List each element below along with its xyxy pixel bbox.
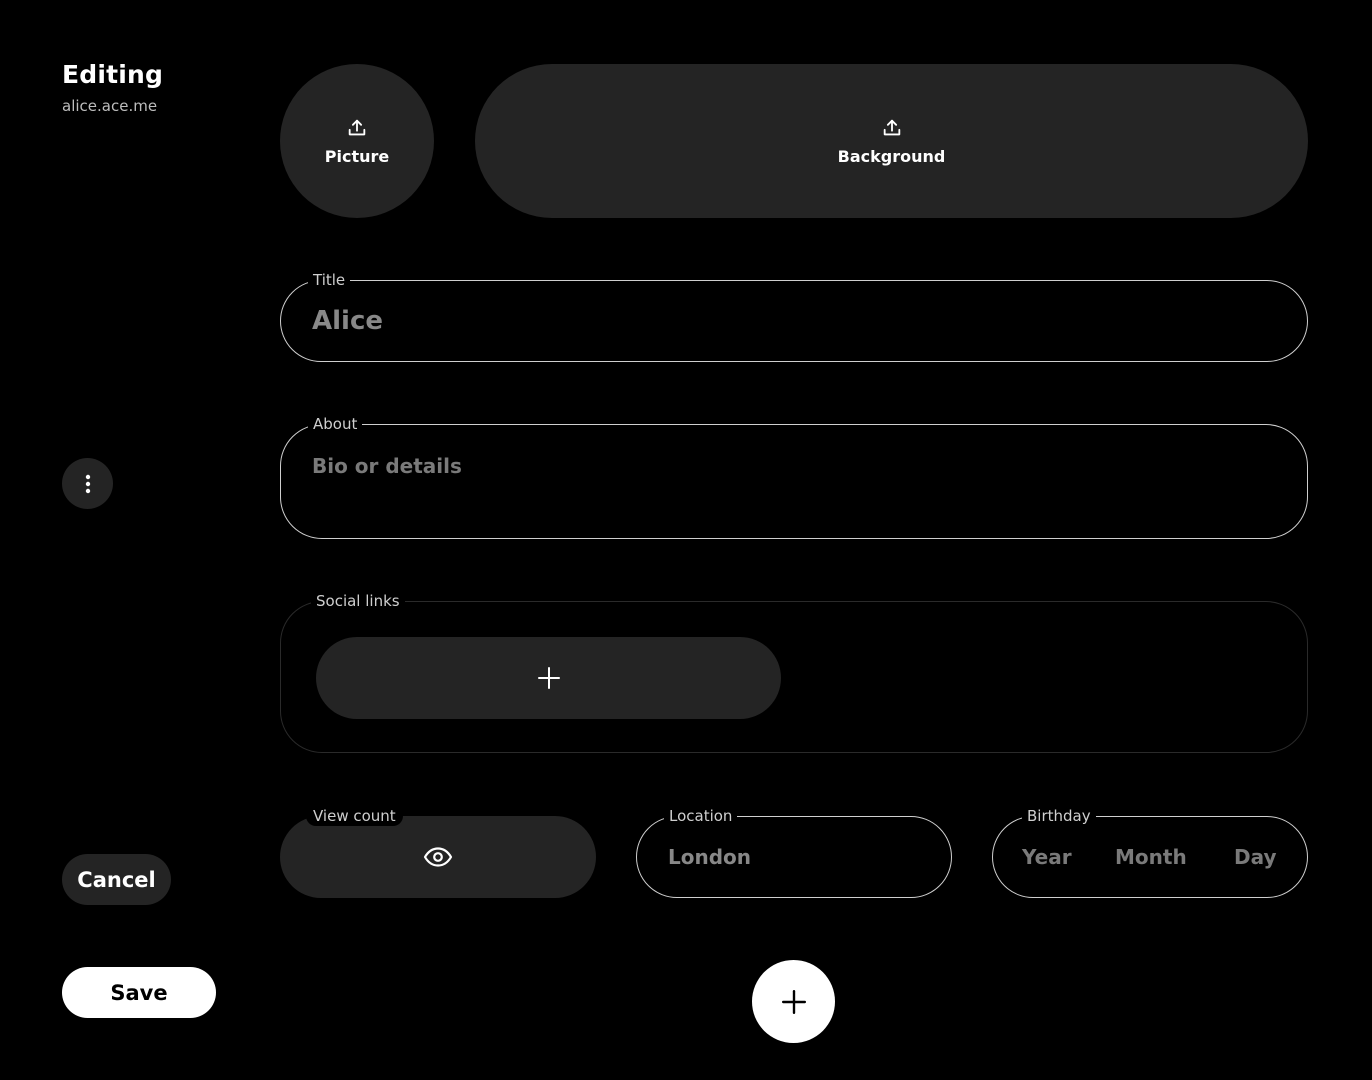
birthday-year-input[interactable]: Year <box>1022 843 1072 871</box>
social-links-label: Social links <box>311 591 405 611</box>
upload-icon <box>881 117 903 139</box>
save-button[interactable]: Save <box>62 967 216 1018</box>
upload-background-label: Background <box>837 146 946 166</box>
add-social-link-button[interactable] <box>316 637 781 719</box>
eye-icon <box>423 846 453 868</box>
profile-domain: alice.ace.me <box>62 97 158 115</box>
birthday-input: Birthday Year Month Day <box>992 806 1308 898</box>
plus-icon <box>537 666 561 690</box>
birthday-label: Birthday <box>1022 806 1096 826</box>
page-title: Editing <box>62 60 164 89</box>
upload-picture-button[interactable]: Picture <box>280 64 434 218</box>
birthday-month-input[interactable]: Month <box>1115 843 1187 871</box>
view-count-label: View count <box>306 806 403 826</box>
upload-background-button[interactable]: Background <box>475 64 1308 218</box>
about-label: About <box>308 414 363 434</box>
cancel-button[interactable]: Cancel <box>62 854 171 905</box>
more-options-button[interactable] <box>62 458 113 509</box>
birthday-day-input[interactable]: Day <box>1234 843 1277 871</box>
location-label: Location <box>664 806 738 826</box>
more-vertical-icon <box>85 474 91 494</box>
social-links-group: Social links <box>280 591 1308 753</box>
plus-icon <box>781 989 807 1015</box>
edit-profile-page: Editing alice.ace.me Cancel Save Picture <box>0 0 1372 1080</box>
view-count-toggle[interactable]: View count <box>280 806 596 898</box>
title-label: Title <box>308 270 351 290</box>
title-input[interactable]: Title Alice <box>280 270 1308 362</box>
add-section-button[interactable] <box>752 960 835 1043</box>
location-value: London <box>668 845 752 869</box>
location-input[interactable]: Location London <box>636 806 952 898</box>
title-value: Alice <box>312 306 383 336</box>
about-textarea[interactable]: About Bio or details <box>280 414 1308 539</box>
about-placeholder: Bio or details <box>312 454 462 478</box>
upload-icon <box>346 117 368 139</box>
upload-picture-label: Picture <box>324 146 390 166</box>
